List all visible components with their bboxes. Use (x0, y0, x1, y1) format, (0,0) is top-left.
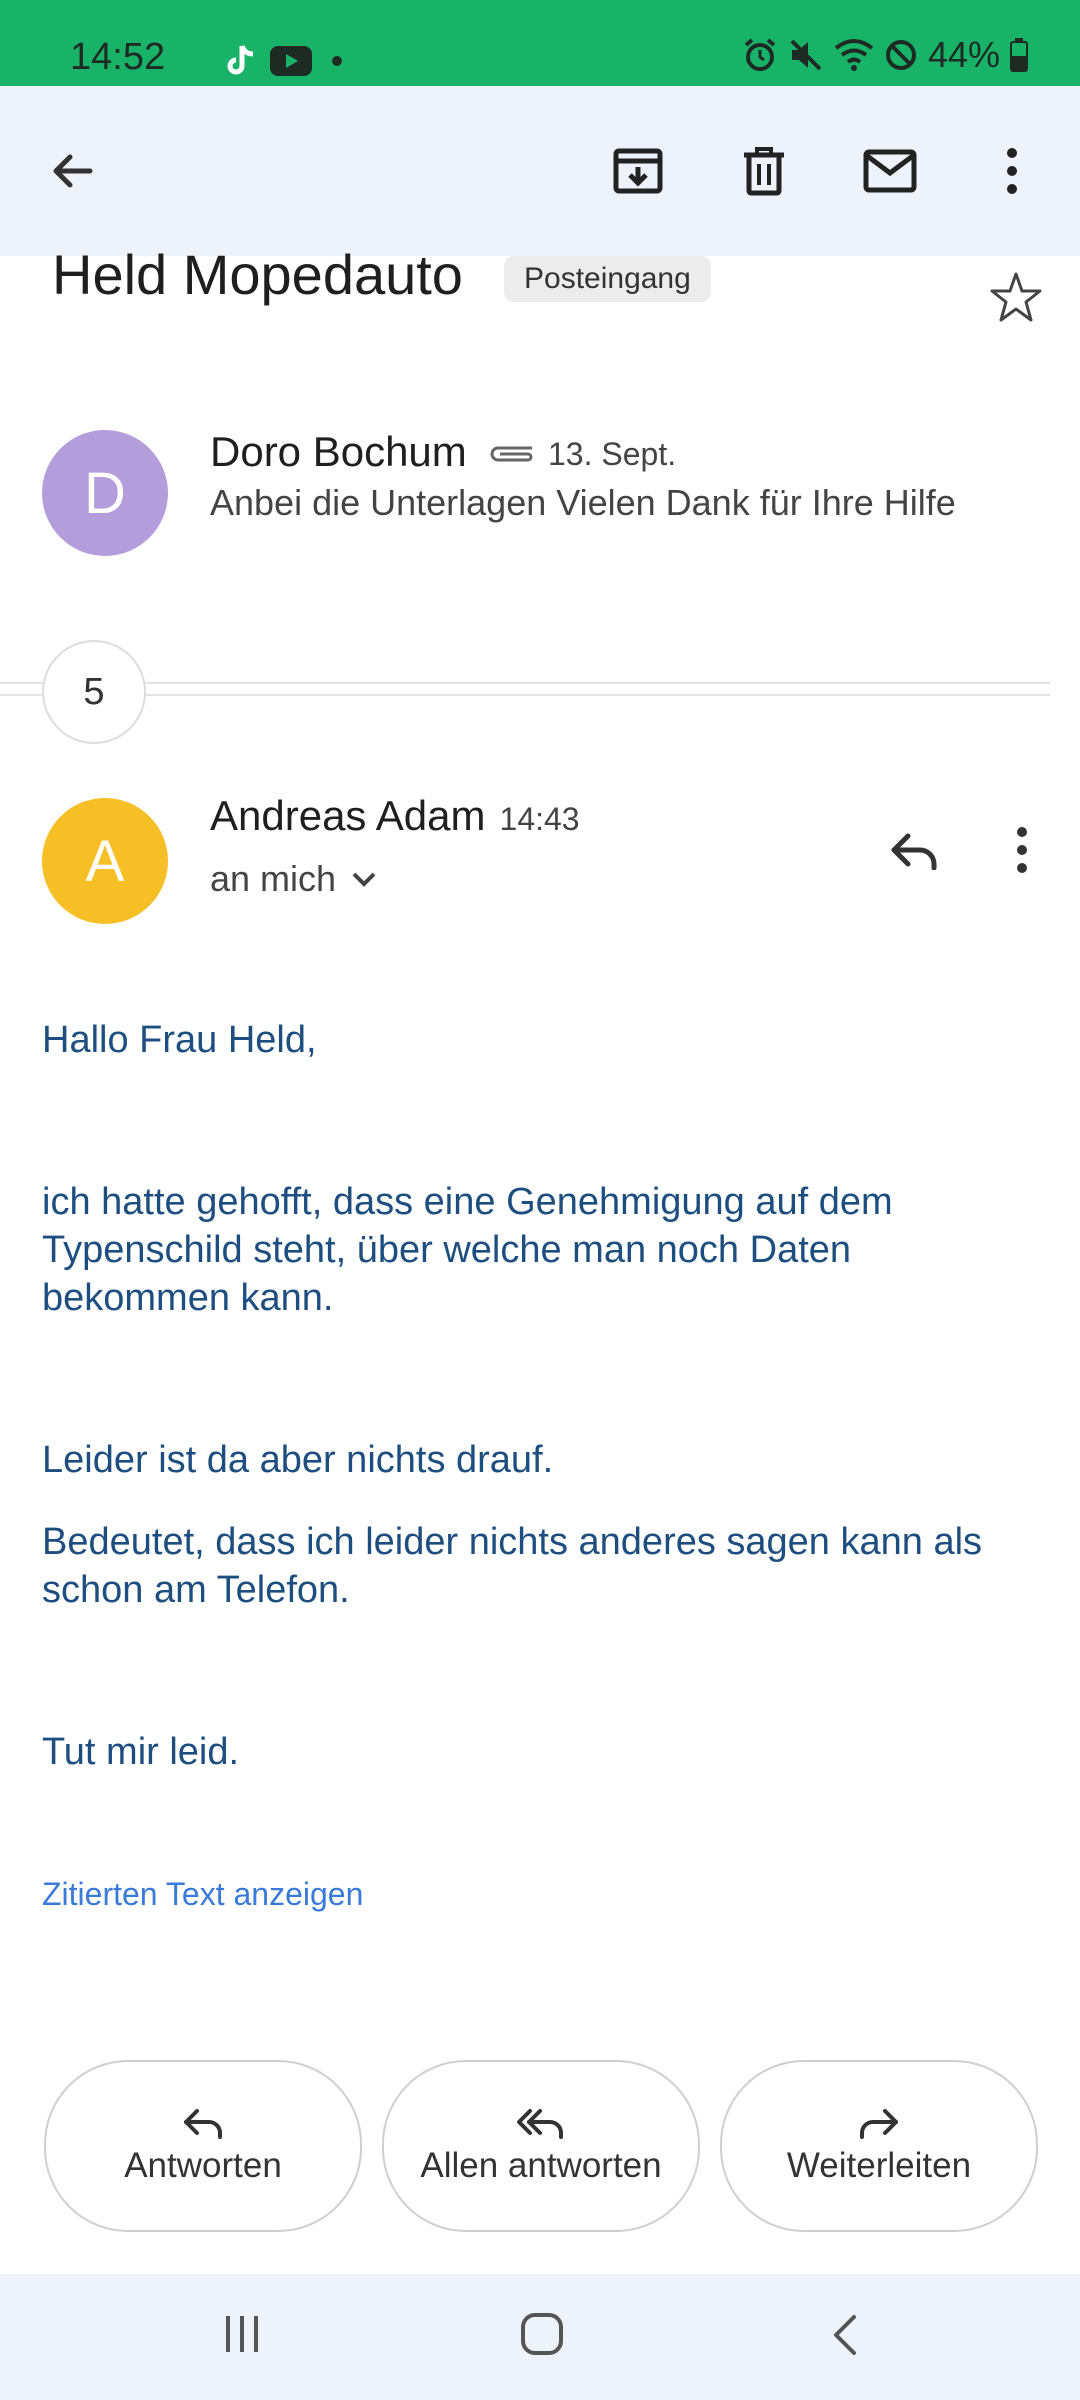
status-time: 14:52 (70, 36, 166, 78)
message-date: 13. Sept. (548, 436, 677, 472)
reply-all-label: Allen antworten (420, 2146, 662, 2185)
thread-subject: Held Mopedauto (52, 243, 463, 306)
divider (0, 694, 1050, 696)
hidden-count-button[interactable]: 5 (42, 640, 146, 744)
dnd-icon (884, 38, 918, 72)
recent-apps-icon[interactable] (222, 2314, 262, 2354)
forward-icon (857, 2106, 901, 2140)
hidden-count: 5 (83, 670, 105, 713)
reply-icon (181, 2106, 225, 2140)
divider (0, 682, 1050, 684)
wifi-icon (834, 38, 874, 72)
avatar-letter: D (84, 460, 126, 526)
body-paragraph: Tut mir leid. (42, 1731, 240, 1773)
back-icon[interactable] (830, 2314, 860, 2356)
avatar: A (42, 798, 168, 924)
home-icon[interactable] (520, 2312, 564, 2356)
avatar-letter: A (85, 828, 125, 894)
app-bar (0, 86, 1080, 256)
message-snippet: Anbei die Unterlagen Vielen Dank für Ihr… (210, 482, 956, 523)
mute-icon (788, 37, 824, 73)
label-chip[interactable]: Posteingang (504, 256, 711, 302)
recipient-text: an mich (210, 858, 337, 899)
more-vert-icon[interactable] (972, 131, 1052, 211)
forward-label: Weiterleiten (786, 2146, 972, 2185)
reply-label: Antworten (124, 2146, 282, 2185)
attachment-icon (488, 440, 536, 466)
avatar: D (42, 430, 168, 556)
reply-icon[interactable] (874, 810, 954, 890)
alarm-icon (742, 37, 778, 73)
body-greeting: Hallo Frau Held, (42, 1019, 317, 1061)
back-arrow-icon[interactable] (32, 131, 112, 211)
recipient-toggle[interactable]: an mich (210, 858, 378, 900)
more-vert-icon[interactable] (982, 810, 1062, 890)
body-paragraph: Leider ist da aber nichts drauf. (42, 1439, 554, 1481)
reply-all-button[interactable]: Allen antworten (382, 2060, 700, 2232)
body-paragraph: ich hatte gehofft, dass eine Genehmigung… (42, 1181, 893, 1319)
reply-button[interactable]: Antworten (44, 2060, 362, 2232)
sender-line: Andreas Adam 14:43 (210, 792, 580, 840)
battery-icon (1010, 38, 1028, 72)
sender-name: Doro Bochum (210, 428, 467, 475)
status-right: 44% (742, 34, 1028, 76)
trash-icon[interactable] (724, 131, 804, 211)
sender-name: Andreas Adam (210, 792, 486, 839)
tiktok-icon (226, 44, 256, 78)
status-bar: 14:52 44% (0, 0, 1080, 86)
chevron-down-icon (350, 869, 378, 889)
system-nav-bar (0, 2274, 1080, 2400)
show-quoted-link[interactable]: Zitierten Text anzeigen (42, 1876, 363, 1913)
forward-button[interactable]: Weiterleiten (720, 2060, 1038, 2232)
message-time: 14:43 (499, 801, 580, 837)
reply-all-icon (516, 2106, 566, 2140)
mark-unread-icon[interactable] (850, 131, 930, 211)
star-icon[interactable] (988, 270, 1044, 326)
youtube-icon (270, 46, 312, 76)
body-paragraph: Bedeutet, dass ich leider nichts anderes… (42, 1521, 983, 1611)
battery-text: 44% (927, 34, 1000, 75)
archive-icon[interactable] (598, 131, 678, 211)
dot-icon (332, 56, 342, 66)
